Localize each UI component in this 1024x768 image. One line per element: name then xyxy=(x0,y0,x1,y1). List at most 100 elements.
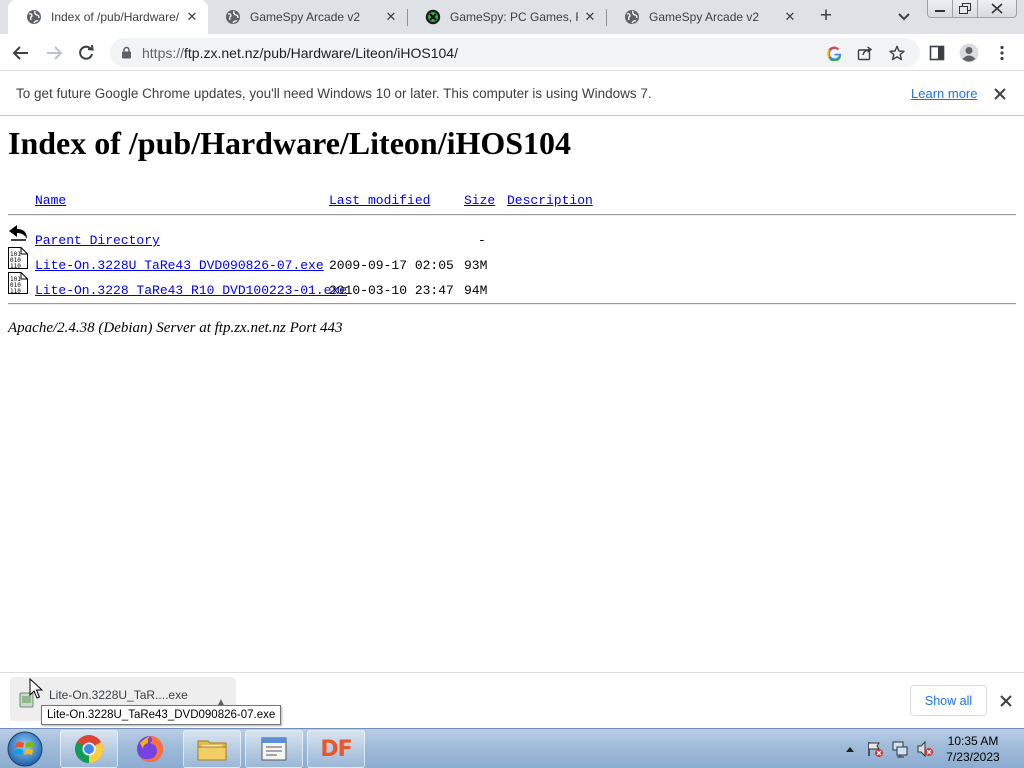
svg-text:110: 110 xyxy=(10,263,21,269)
close-icon xyxy=(1000,695,1012,707)
row-size: - xyxy=(478,233,486,248)
tab-title: GameSpy Arcade v2 xyxy=(649,10,760,24)
tab-close-icon[interactable]: ✕ xyxy=(184,9,200,25)
google-g-icon xyxy=(826,46,841,61)
side-panel-icon[interactable] xyxy=(927,43,947,63)
chrome-icon xyxy=(75,735,103,763)
profile-avatar-icon[interactable] xyxy=(959,43,979,63)
show-hidden-icons-button[interactable] xyxy=(843,729,857,768)
network-tray[interactable] xyxy=(889,729,911,768)
volume-muted-icon xyxy=(917,740,933,758)
browser-toolbar: https://ftp.zx.net.nz/pub/Hardware/Liteo… xyxy=(0,34,1024,71)
arrow-left-icon xyxy=(12,46,28,60)
learn-more-link[interactable]: Learn more xyxy=(911,86,977,101)
binary-file-icon: 101 010 110 xyxy=(8,272,28,294)
tab-gamespy-arcade-2[interactable]: GameSpy Arcade v2 ✕ xyxy=(606,0,806,34)
row-last-modified: 2009-09-17 02:05 xyxy=(329,258,454,273)
tab-close-icon[interactable]: ✕ xyxy=(782,9,798,25)
taskbar-file-explorer[interactable] xyxy=(183,730,241,768)
reload-button[interactable] xyxy=(74,41,98,65)
tab-title: GameSpy: PC Games, Reviews xyxy=(450,10,578,24)
column-header-last-modified[interactable]: Last modified xyxy=(329,193,430,208)
infobar-close-button[interactable] xyxy=(991,85,1009,103)
column-header-name[interactable]: Name xyxy=(35,193,66,208)
infobar-message: To get future Google Chrome updates, you… xyxy=(16,86,652,101)
gamespy-icon xyxy=(425,9,441,25)
page-content: Index of /pub/Hardware/Liteon/iHOS104 Na… xyxy=(0,117,1024,672)
windows-start-orb-icon[interactable] xyxy=(5,730,45,768)
tab-close-icon[interactable]: ✕ xyxy=(383,9,399,25)
action-center-flag-icon xyxy=(868,742,883,757)
taskbar-df-app[interactable]: DF xyxy=(307,730,365,768)
file-link[interactable]: Lite-On.3228_TaRe43_R10_DVD100223-01.exe xyxy=(35,283,347,298)
df-icon: DF xyxy=(320,736,352,762)
forward-button[interactable] xyxy=(42,41,66,65)
tab-close-icon[interactable]: ✕ xyxy=(582,9,598,25)
firefox-icon xyxy=(137,736,163,762)
url-scheme: https:// xyxy=(142,45,185,61)
system-clock[interactable]: 10:35 AM 7/23/2023 xyxy=(940,733,1006,765)
bookmark-star-icon[interactable] xyxy=(888,44,906,62)
parent-directory-link[interactable]: Parent Directory xyxy=(35,233,160,248)
download-item[interactable]: Lite-On.3228U_TaR....exe ▲ Lite-On.3228U… xyxy=(10,677,282,725)
chevron-up-icon xyxy=(846,747,854,752)
binary-file-icon: 101 010 110 xyxy=(8,247,28,269)
arrow-right-icon xyxy=(47,46,63,60)
window-restore-button[interactable] xyxy=(952,0,978,18)
close-icon xyxy=(991,3,1003,14)
globe-icon xyxy=(226,10,240,24)
windows-taskbar: DF 10:35 AM 7/23/2023 xyxy=(0,728,1024,768)
globe-icon xyxy=(625,10,639,24)
globe-icon xyxy=(27,10,41,24)
taskbar-notepad[interactable] xyxy=(245,730,303,768)
clock-time: 10:35 AM xyxy=(947,734,999,748)
close-download-shelf-button[interactable] xyxy=(996,691,1016,711)
window-minimize-button[interactable] xyxy=(927,0,953,18)
show-all-downloads-button[interactable]: Show all xyxy=(910,685,987,716)
row-size: 94M xyxy=(464,283,488,298)
close-icon xyxy=(994,88,1006,100)
tab-gamespy-arcade[interactable]: GameSpy Arcade v2 ✕ xyxy=(207,0,407,34)
folder-icon xyxy=(197,740,227,761)
download-shelf: Lite-On.3228U_TaR....exe ▲ Lite-On.3228U… xyxy=(0,672,1024,728)
notepad-icon xyxy=(261,737,287,761)
minimize-icon xyxy=(935,9,945,12)
back-icon xyxy=(9,225,27,241)
url-host-path: ftp.zx.net.nz/pub/Hardware/Liteon/iHOS10… xyxy=(184,45,458,61)
more-menu-icon[interactable] xyxy=(992,43,1012,63)
svg-text:110: 110 xyxy=(10,288,21,294)
column-header-size[interactable]: Size xyxy=(464,193,495,208)
update-infobar: To get future Google Chrome updates, you… xyxy=(0,72,1024,116)
back-button[interactable] xyxy=(9,41,33,65)
file-link[interactable]: Lite-On.3228U_TaRe43_DVD090826-07.exe xyxy=(35,258,324,273)
url-text[interactable]: https://ftp.zx.net.nz/pub/Hardware/Liteo… xyxy=(142,45,458,61)
taskbar-firefox[interactable] xyxy=(121,730,179,768)
lock-icon[interactable] xyxy=(121,46,132,59)
tab-gamespy-pc-games[interactable]: GameSpy: PC Games, Reviews ✕ xyxy=(407,0,606,34)
taskbar-chrome[interactable] xyxy=(60,730,118,768)
tab-title: GameSpy Arcade v2 xyxy=(250,10,361,24)
tab-title: Index of /pub/Hardware/Liteon/iHOS104 xyxy=(51,10,180,24)
server-signature: Apache/2.4.38 (Debian) Server at ftp.zx.… xyxy=(8,320,343,336)
new-tab-button[interactable]: + xyxy=(814,5,838,29)
reload-icon xyxy=(79,44,94,60)
horizontal-rule xyxy=(8,303,1016,305)
row-size: 93M xyxy=(464,258,488,273)
row-last-modified: 2010-03-10 23:47 xyxy=(329,283,454,298)
action-center-tray[interactable] xyxy=(864,729,886,768)
network-icon xyxy=(892,741,908,758)
restore-icon xyxy=(959,3,971,14)
page-title: Index of /pub/Hardware/Liteon/iHOS104 xyxy=(8,125,572,161)
tab-search-chevron-icon[interactable] xyxy=(894,8,914,26)
tab-strip: Index of /pub/Hardware/Liteon/iHOS104 ✕ … xyxy=(0,0,1024,34)
column-header-description[interactable]: Description xyxy=(507,193,593,208)
share-icon[interactable] xyxy=(856,44,874,62)
address-bar[interactable]: https://ftp.zx.net.nz/pub/Hardware/Liteo… xyxy=(110,38,920,67)
mouse-cursor-icon xyxy=(29,678,43,699)
window-close-button[interactable] xyxy=(977,0,1017,18)
google-lens-icon[interactable] xyxy=(825,44,843,62)
tab-index-of-pub[interactable]: Index of /pub/Hardware/Liteon/iHOS104 ✕ xyxy=(8,0,208,34)
clock-date: 7/23/2023 xyxy=(946,750,1000,764)
volume-tray[interactable] xyxy=(914,729,936,768)
download-filename: Lite-On.3228U_TaR....exe xyxy=(49,688,188,702)
